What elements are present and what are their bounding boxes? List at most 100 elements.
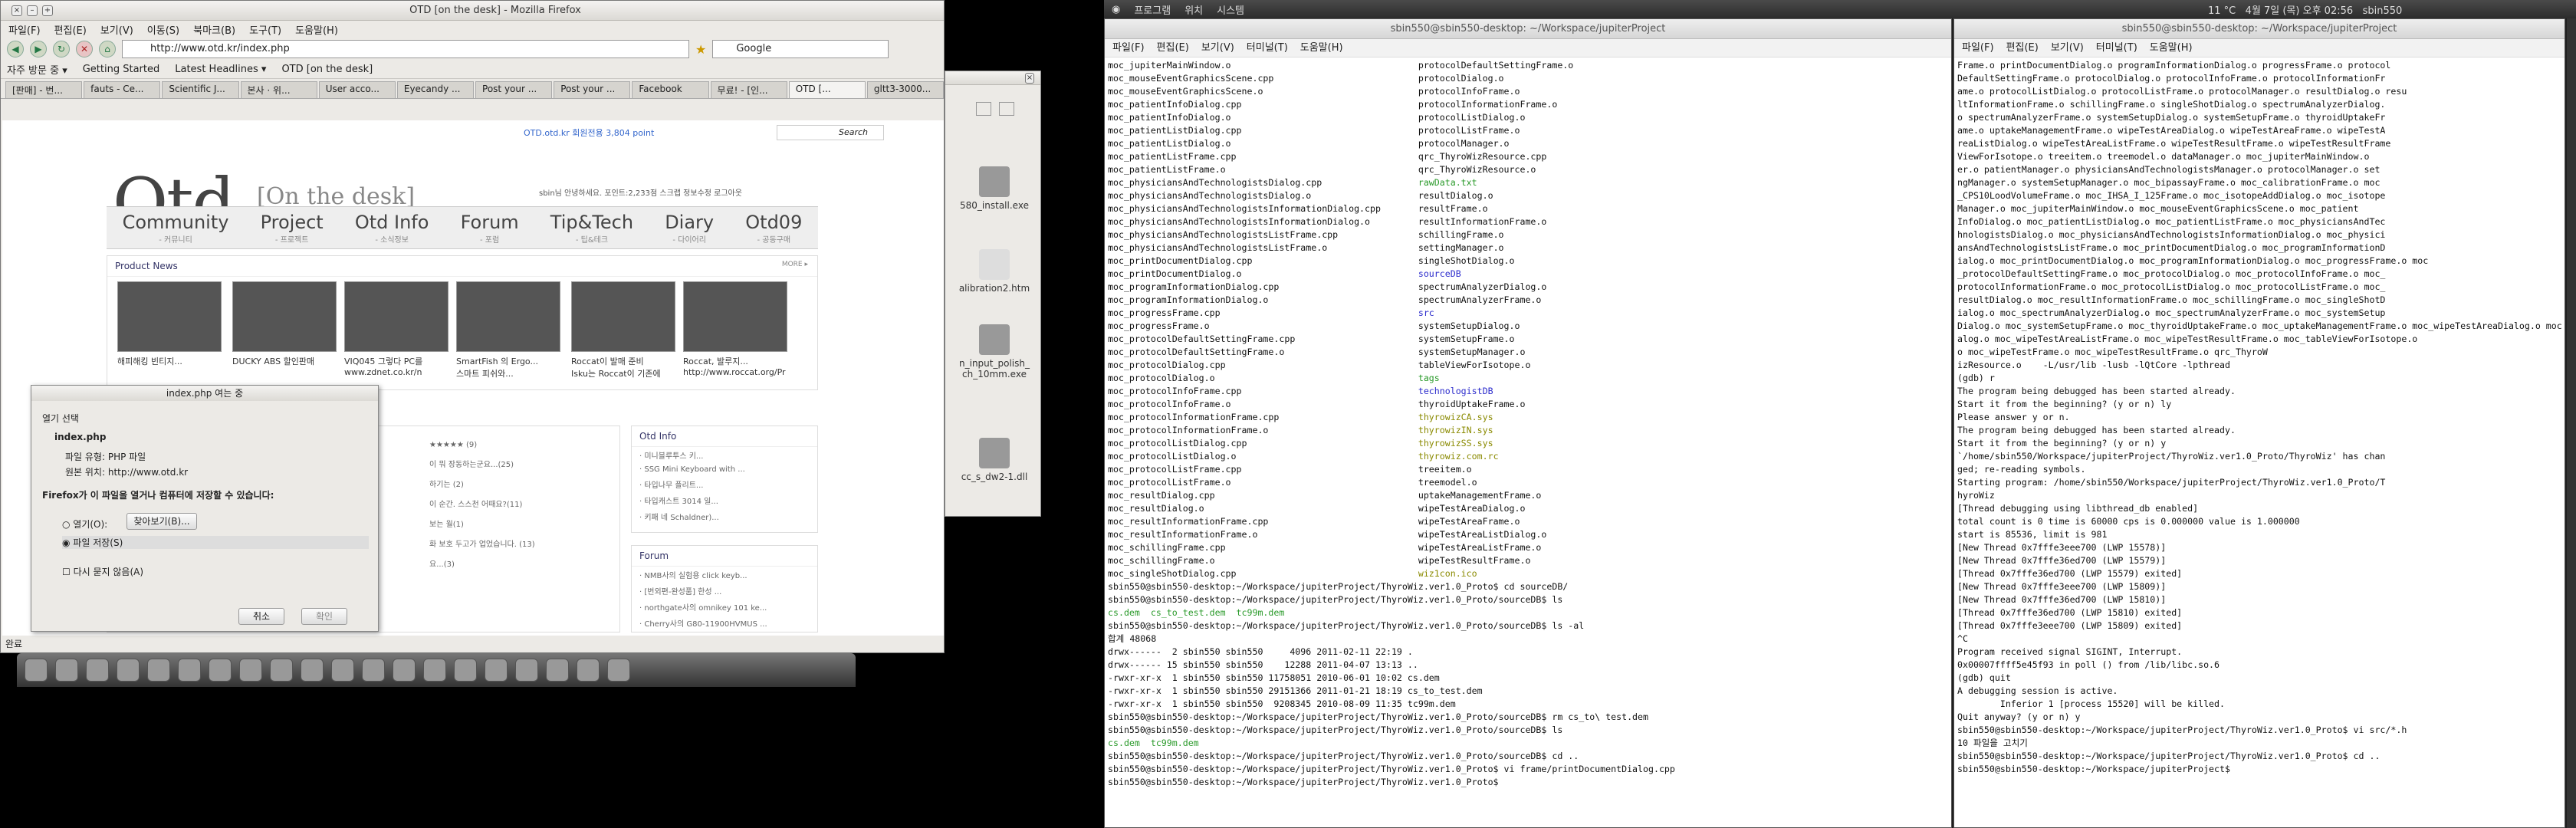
- search-input[interactable]: Google: [712, 40, 889, 58]
- site-search[interactable]: Search: [777, 125, 884, 140]
- ok-button[interactable]: 확인: [301, 608, 347, 625]
- product-image[interactable]: [456, 281, 560, 352]
- menu-item[interactable]: 도움말(H): [295, 22, 338, 37]
- browser-tab[interactable]: 무료! - [인...: [710, 81, 787, 98]
- reload-icon[interactable]: ↻: [53, 41, 70, 58]
- dock-app-icon[interactable]: [546, 659, 569, 682]
- nav-item-diary[interactable]: Diary - 다이어리: [665, 212, 714, 245]
- product-image[interactable]: [344, 281, 449, 352]
- browser-tab[interactable]: gltt3-3000...: [866, 81, 945, 98]
- clock[interactable]: 4월 7일 (목) 오후 02:56: [2246, 5, 2353, 17]
- dock-app-icon[interactable]: [485, 659, 508, 682]
- browser-tab[interactable]: Eyecandy ...: [396, 81, 475, 98]
- file-item[interactable]: cc_s_dw2-1.dll: [950, 438, 1039, 482]
- menu-item[interactable]: 도움말(H): [1300, 39, 1343, 57]
- dock-app-icon[interactable]: [25, 659, 48, 682]
- dock-app-icon[interactable]: [577, 659, 600, 682]
- open-with-radio[interactable]: ○ 열기(O):: [62, 518, 107, 531]
- nav-item-community[interactable]: Community - 커뮤니티: [123, 212, 229, 245]
- product-image[interactable]: [683, 281, 787, 352]
- product-caption[interactable]: Roccat이 발매 준비: [571, 355, 675, 367]
- maximize-icon[interactable]: +: [42, 5, 53, 16]
- browser-tab[interactable]: 본사 · 위...: [240, 81, 317, 98]
- browser-tab[interactable]: Post your ...: [554, 81, 631, 98]
- nav-item-tiptech[interactable]: Tip&Tech - 팁&테크: [550, 212, 633, 245]
- minimize-icon[interactable]: –: [27, 5, 38, 16]
- menu-item[interactable]: 터미널(T): [1247, 39, 1288, 57]
- menu-item[interactable]: 편집(E): [2006, 39, 2039, 57]
- user-bar[interactable]: sbin님 안녕하세요. 포인트:2,233점 스크랩 정보수정 로그아웃: [539, 186, 742, 198]
- file-manager-titlebar[interactable]: ×: [945, 71, 1040, 85]
- ubuntu-logo-icon[interactable]: ◉: [1112, 4, 1120, 15]
- panel-menu[interactable]: 위치: [1184, 2, 1203, 17]
- dock-app-icon[interactable]: [423, 659, 446, 682]
- browser-tab[interactable]: [판매] - 번...: [5, 81, 83, 98]
- list-item[interactable]: · 미니블루투스 키...: [632, 447, 817, 463]
- firefox-titlebar[interactable]: × – + OTD [on the desk] - Mozilla Firefo…: [1, 1, 944, 21]
- product-image[interactable]: [232, 281, 337, 352]
- bookmark-item[interactable]: OTD [on the desk]: [281, 64, 373, 75]
- browser-tab[interactable]: Facebook: [632, 81, 709, 98]
- dont-ask-checkbox[interactable]: ☐ 다시 묻지 않음(A): [62, 565, 143, 578]
- menu-item[interactable]: 파일(F): [8, 22, 41, 37]
- list-item[interactable]: · SSG Mini Keyboard with ...: [632, 463, 817, 476]
- dock-app-icon[interactable]: [301, 659, 324, 682]
- terminal-output[interactable]: moc_jupiterMainWindow.o protocolDefaultS…: [1105, 58, 1951, 790]
- dock-app-icon[interactable]: [331, 659, 354, 682]
- browser-tab[interactable]: fauts - Ce...: [84, 81, 161, 98]
- file-item[interactable]: n_input_polish_ ch_10mm.exe: [950, 324, 1039, 380]
- menu-item[interactable]: 편집(E): [1157, 39, 1189, 57]
- list-view-icon[interactable]: [999, 102, 1014, 116]
- back-icon[interactable]: ◀: [7, 41, 24, 58]
- product-subcaption[interactable]: 스마트 피쉬와...: [456, 367, 560, 380]
- product-subcaption[interactable]: http://www.roccat.org/Pr: [683, 367, 787, 377]
- menu-item[interactable]: 북마크(B): [193, 22, 235, 37]
- list-item[interactable]: · NMB사의 실험용 click keyb...: [632, 567, 817, 583]
- product-caption[interactable]: DUCKY ABS 할인판매: [232, 355, 337, 367]
- dock-app-icon[interactable]: [209, 659, 232, 682]
- bookmark-star-icon[interactable]: ★: [695, 42, 706, 57]
- panel-menu[interactable]: 시스템: [1217, 2, 1244, 17]
- browse-button[interactable]: 찾아보기(B)...: [127, 513, 197, 530]
- dock-app-icon[interactable]: [178, 659, 201, 682]
- forward-icon[interactable]: ▶: [30, 41, 47, 58]
- product-subcaption[interactable]: Isku는 Roccat이 기존에: [571, 367, 675, 380]
- browser-tab[interactable]: OTD [...: [788, 81, 866, 98]
- terminal-titlebar[interactable]: sbin550@sbin550-desktop: ~/Workspace/jup…: [1105, 19, 1951, 39]
- browser-tab[interactable]: User acco...: [318, 81, 396, 98]
- bookmark-item[interactable]: Getting Started: [83, 64, 160, 75]
- browser-tab[interactable]: Scientific J...: [162, 81, 239, 98]
- url-bar[interactable]: http://www.otd.kr/index.php: [122, 40, 689, 58]
- product-caption[interactable]: 해피해킹 빈티지...: [117, 355, 222, 367]
- list-item[interactable]: · 키패 네 Schaldner)...: [632, 508, 817, 524]
- menu-item[interactable]: 터미널(T): [2096, 39, 2137, 57]
- weather-indicator[interactable]: 11 °C: [2208, 5, 2236, 17]
- nav-item-forum[interactable]: Forum - 포럼: [461, 212, 519, 245]
- product-subcaption[interactable]: www.zdnet.co.kr/n: [344, 367, 449, 377]
- bookmark-item[interactable]: 자주 방문 중 ▾: [7, 62, 67, 77]
- menu-item[interactable]: 도구(T): [249, 22, 281, 37]
- browser-tab[interactable]: Post your ...: [475, 81, 553, 98]
- menu-item[interactable]: 보기(V): [100, 22, 133, 37]
- user-menu[interactable]: sbin550: [2363, 5, 2403, 17]
- file-item[interactable]: 580_install.exe: [950, 166, 1039, 211]
- dock-app-icon[interactable]: [607, 659, 630, 682]
- more-link[interactable]: MORE ▸: [782, 261, 808, 268]
- list-item[interactable]: · northgate사의 omnikey 101 ke...: [632, 599, 817, 615]
- menu-item[interactable]: 파일(F): [1112, 39, 1145, 57]
- product-image[interactable]: [571, 281, 675, 352]
- menu-item[interactable]: 편집(E): [54, 22, 87, 37]
- product-caption[interactable]: Roccat, 발루지...: [683, 355, 787, 367]
- close-icon[interactable]: ×: [12, 5, 22, 16]
- menu-item[interactable]: 파일(F): [1962, 39, 1994, 57]
- menu-item[interactable]: 도움말(H): [2150, 39, 2193, 57]
- dock-app-icon[interactable]: [86, 659, 109, 682]
- dock-app-icon[interactable]: [147, 659, 170, 682]
- view-icon[interactable]: [976, 102, 991, 116]
- bookmark-item[interactable]: Latest Headlines ▾: [175, 64, 266, 75]
- dock-app-icon[interactable]: [270, 659, 293, 682]
- nav-item-project[interactable]: Project - 프로젝트: [261, 212, 324, 245]
- dock-app-icon[interactable]: [393, 659, 416, 682]
- panel-menu[interactable]: 프로그램: [1134, 2, 1171, 17]
- list-item[interactable]: · [번외편-완성품] 한성 ...: [632, 583, 817, 599]
